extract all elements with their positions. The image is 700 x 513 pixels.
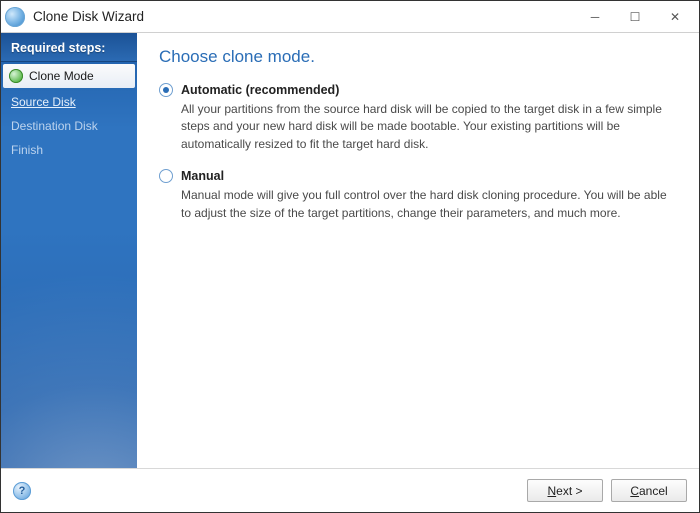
minimize-button[interactable]: ─: [575, 1, 615, 32]
footer: Next > Cancel: [1, 468, 699, 512]
sidebar-item-label: Clone Mode: [29, 69, 94, 83]
cancel-button[interactable]: Cancel: [611, 479, 687, 502]
maximize-button[interactable]: ☐: [615, 1, 655, 32]
window-controls: ─ ☐ ✕: [575, 1, 695, 32]
sidebar-item-finish: Finish: [1, 138, 137, 162]
next-button[interactable]: Next >: [527, 479, 603, 502]
body: Required steps: Clone Mode Source Disk D…: [1, 33, 699, 468]
sidebar-item-label: Source Disk: [11, 95, 76, 109]
sidebar-item-destination-disk: Destination Disk: [1, 114, 137, 138]
radio-automatic[interactable]: [159, 83, 173, 97]
sidebar-item-label: Destination Disk: [11, 119, 98, 133]
option-head: Manual: [159, 169, 679, 183]
page-title: Choose clone mode.: [159, 47, 679, 67]
help-icon[interactable]: [13, 482, 31, 500]
option-label-automatic[interactable]: Automatic (recommended): [181, 83, 339, 97]
option-manual: Manual Manual mode will give you full co…: [159, 169, 679, 222]
option-desc-automatic: All your partitions from the source hard…: [181, 101, 679, 153]
window-title: Clone Disk Wizard: [33, 9, 575, 24]
content: Choose clone mode. Automatic (recommende…: [137, 33, 699, 468]
close-button[interactable]: ✕: [655, 1, 695, 32]
sidebar-footer: [1, 452, 137, 468]
radio-manual[interactable]: [159, 169, 173, 183]
sidebar-item-source-disk[interactable]: Source Disk: [1, 90, 137, 114]
sidebar-item-label: Finish: [11, 143, 43, 157]
app-icon: [5, 7, 25, 27]
option-head: Automatic (recommended): [159, 83, 679, 97]
titlebar: Clone Disk Wizard ─ ☐ ✕: [1, 1, 699, 33]
sidebar: Required steps: Clone Mode Source Disk D…: [1, 33, 137, 468]
sidebar-item-clone-mode[interactable]: Clone Mode: [3, 64, 135, 88]
option-desc-manual: Manual mode will give you full control o…: [181, 187, 679, 222]
option-automatic: Automatic (recommended) All your partiti…: [159, 83, 679, 153]
check-icon: [9, 69, 23, 83]
option-label-manual[interactable]: Manual: [181, 169, 224, 183]
sidebar-header: Required steps:: [1, 33, 137, 62]
